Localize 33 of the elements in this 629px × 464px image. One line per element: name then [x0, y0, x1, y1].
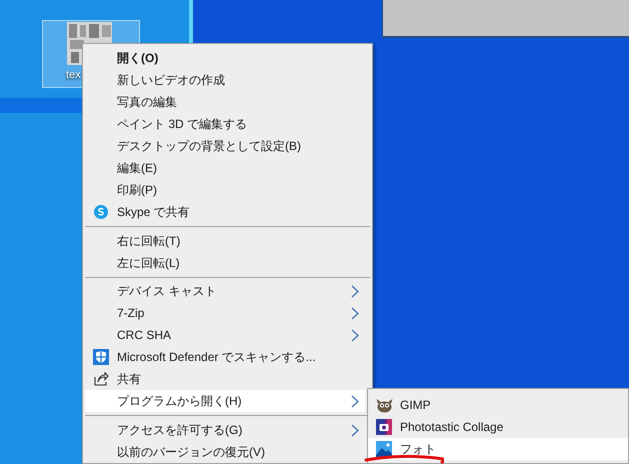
- menu-item[interactable]: Skype で共有: [85, 201, 365, 223]
- menu-item[interactable]: GIMP: [368, 394, 628, 416]
- menu-item[interactable]: CRC SHA: [85, 324, 365, 346]
- camera-icon: [376, 419, 392, 435]
- menu-item[interactable]: デバイス キャスト: [85, 280, 365, 302]
- chevron-right-icon: [351, 284, 359, 298]
- menu-item[interactable]: プログラムから開く(H): [85, 390, 365, 412]
- menu-item[interactable]: 新しいビデオの作成: [85, 69, 365, 91]
- share-icon: [94, 372, 108, 386]
- menu-item[interactable]: Microsoft Defender でスキャンする...: [85, 346, 365, 368]
- menu-item[interactable]: 開く(O): [85, 47, 365, 69]
- menu-item[interactable]: 以前のバージョンの復元(V): [85, 441, 365, 463]
- chevron-right-icon: [351, 306, 359, 320]
- menu-item[interactable]: 7-Zip: [85, 302, 365, 324]
- chevron-right-icon: [351, 328, 359, 342]
- chevron-right-icon: [351, 424, 359, 437]
- menu-item[interactable]: Phototastic Collage: [368, 416, 628, 438]
- chevron-right-icon: [351, 394, 359, 408]
- menu-item[interactable]: 左に回転(L): [85, 252, 365, 274]
- gimp-icon: [376, 398, 392, 412]
- file-name: tex: [66, 68, 81, 83]
- menu-item[interactable]: フォト: [368, 438, 628, 460]
- shield-icon: [93, 349, 109, 366]
- menu-item[interactable]: 印刷(P): [85, 179, 365, 201]
- menu-item[interactable]: アクセスを許可する(G): [85, 419, 365, 442]
- image-icon: [376, 441, 392, 457]
- menu-item[interactable]: 編集(E): [85, 157, 365, 179]
- skype-icon: [94, 205, 108, 219]
- menu-item[interactable]: 右に回転(T): [85, 230, 365, 252]
- menu-item[interactable]: ペイント 3D で編集する: [85, 113, 365, 135]
- menu-item[interactable]: デスクトップの背景として設定(B): [85, 135, 365, 157]
- menu-item[interactable]: 共有: [85, 368, 365, 390]
- menu-item[interactable]: 写真の編集: [85, 91, 365, 113]
